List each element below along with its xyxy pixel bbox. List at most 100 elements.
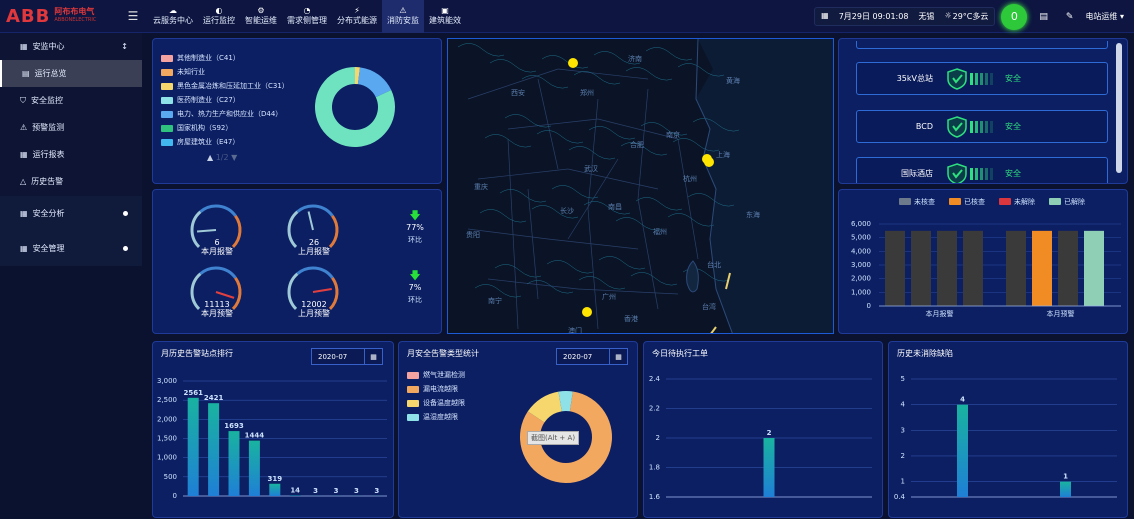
legend-item[interactable]: 漏电流越限: [407, 382, 465, 396]
sidebar-group-analysis[interactable]: ▦ 安全分析: [0, 196, 142, 231]
data-label: 1444: [245, 432, 265, 440]
warning-icon: △: [20, 177, 26, 186]
map-city-label: 东海: [746, 210, 760, 219]
map-city-label: 南昌: [608, 202, 622, 211]
cloud-icon: ☁: [169, 6, 177, 15]
month-select[interactable]: 2020-07 ▦: [556, 348, 628, 365]
gear-icon: ⚙: [257, 6, 264, 15]
legend-item[interactable]: 国家机构（S92）: [161, 121, 289, 135]
sidebar-item-overview[interactable]: ▤ 运行总览: [0, 60, 142, 87]
calendar-icon[interactable]: ▦: [609, 349, 627, 364]
legend-swatch: [161, 69, 173, 76]
gauge-label: 上月预警: [284, 309, 344, 318]
legend-swatch: [407, 400, 419, 407]
legend-label: 温湿度越限: [423, 412, 458, 422]
history-rank-panel: 月历史告警站点排行 2020-07 ▦ 3,0002,5002,0001,500…: [152, 341, 394, 518]
map-city-label: 长沙: [560, 206, 574, 215]
shield-check-icon: [947, 162, 1001, 185]
sidebar-item-label: 安全监控: [31, 95, 63, 106]
station-status: 安全: [1005, 73, 1021, 84]
nav-item-label: 需求侧管理: [287, 15, 327, 26]
menu-toggle-icon[interactable]: ☰: [118, 9, 148, 23]
sidebar-group-management[interactable]: ▦ 安全管理: [0, 231, 142, 266]
legend-item[interactable]: 未知行业: [161, 65, 289, 79]
legend-item[interactable]: 房屋建筑业（E47）: [161, 135, 289, 149]
gauge-value: 26: [284, 238, 344, 247]
nav-item-6[interactable]: ▣建筑能效: [424, 0, 466, 33]
legend-label: 国家机构（S92）: [177, 123, 232, 133]
axis-tick-label: 0: [867, 302, 871, 310]
map-marker: [704, 157, 714, 167]
legend-label: 其他制造业（C41）: [177, 53, 240, 63]
map-city-label: 福州: [653, 227, 667, 236]
nav-item-5[interactable]: ⚠消防安监: [382, 0, 424, 33]
legend-swatch: [407, 372, 419, 379]
legend-item[interactable]: 电力、热力生产和供应业（D44）: [161, 107, 289, 121]
china-map[interactable]: 西安郑州济南黄海合肥南京上海杭州武汉重庆长沙南昌东海贵阳福州台北南宁广州香港澳门…: [447, 38, 834, 334]
legend-label: 房屋建筑业（E47）: [177, 137, 239, 147]
document-icon[interactable]: ▤: [1033, 12, 1054, 22]
legend-swatch: [161, 55, 173, 62]
map-city-label: 澳门: [568, 326, 582, 334]
bar: [208, 403, 219, 496]
sidebar-item-security-monitor[interactable]: ⛉ 安全监控: [0, 87, 142, 114]
legend-label: 漏电流越限: [423, 384, 458, 394]
legend-swatch: [161, 83, 173, 90]
sidebar-group-safety-center[interactable]: ▦ 安监中心 ↕: [0, 33, 142, 60]
collapse-icon: ↕: [121, 42, 128, 51]
sidebar-item-report[interactable]: ▦ 运行报表: [0, 141, 142, 168]
legend-item[interactable]: 医药制造业（C27）: [161, 93, 289, 107]
axis-tick-label: 1: [901, 478, 905, 486]
station-card[interactable]: 35kV总站 安全: [856, 62, 1108, 95]
trend-pct: 7%: [398, 282, 432, 294]
sidebar-item-warning[interactable]: ⚠ 预警监测: [0, 114, 142, 141]
legend-item[interactable]: 设备温度越限: [407, 396, 465, 410]
grid-icon: ▦: [20, 209, 28, 218]
work-order-chart: 2.42.221.81.62: [644, 342, 884, 519]
legend-item[interactable]: 燃气泄漏检测: [407, 368, 465, 382]
category-label: 本月预警: [1047, 309, 1075, 318]
data-label: 319: [267, 475, 282, 483]
bar: [290, 495, 301, 496]
gauge-arc: [200, 268, 235, 278]
axis-tick-label: 2,000: [851, 275, 871, 283]
bar: [1058, 231, 1078, 306]
gauge-label: 本月预警: [187, 309, 247, 318]
bar: [885, 231, 905, 306]
station-card[interactable]: 国际酒店 安全: [856, 157, 1108, 184]
nav-item-0[interactable]: ☁云服务中心: [148, 0, 198, 33]
weather: 29°C多云: [953, 11, 989, 22]
station-card[interactable]: BCD 安全: [856, 110, 1108, 143]
map-city-label: 黄海: [726, 76, 740, 85]
data-label: 3: [313, 487, 318, 495]
nav-item-label: 云服务中心: [153, 15, 193, 26]
nav-item-3[interactable]: ◔需求侧管理: [282, 0, 332, 33]
main-nav: ☁云服务中心◐运行监控⚙智能运维◔需求侧管理⚡分布式能源⚠消防安监▣建筑能效: [148, 0, 466, 33]
nav-item-2[interactable]: ⚙智能运维: [240, 0, 282, 33]
notification-badge[interactable]: 0: [1001, 4, 1027, 30]
scrollbar[interactable]: [1116, 43, 1122, 173]
page-down-icon[interactable]: ▼: [231, 153, 237, 162]
nav-item-1[interactable]: ◐运行监控: [198, 0, 240, 33]
brush-icon[interactable]: ✎: [1060, 12, 1080, 22]
legend-swatch: [161, 97, 173, 104]
defects-panel: 历史未消除缺陷 543210.441: [888, 341, 1128, 518]
axis-tick-label: 2,000: [157, 415, 177, 423]
sidebar-item-history-alarm[interactable]: △ 历史告警: [0, 168, 142, 195]
map-canvas[interactable]: 西安郑州济南黄海合肥南京上海杭州武汉重庆长沙南昌东海贵阳福州台北南宁广州香港澳门…: [448, 39, 834, 334]
station-name: BCD: [857, 122, 947, 131]
gauge-4-text: 12002上月预警: [284, 300, 344, 318]
gauge-3-text: 11113本月预警: [187, 300, 247, 318]
legend-item[interactable]: 黑色金属冶炼和压延加工业（C31）: [161, 79, 289, 93]
legend-item[interactable]: 温湿度越限: [407, 410, 465, 424]
user-menu[interactable]: 电站运维 ▾: [1085, 11, 1124, 22]
logo-cn: 阿布布电气: [54, 7, 96, 16]
nav-item-4[interactable]: ⚡分布式能源: [332, 0, 382, 33]
axis-tick-label: 2.4: [649, 375, 661, 383]
bar: [249, 441, 260, 496]
axis-tick-label: 500: [164, 473, 177, 481]
axis-tick-label: 4,000: [851, 247, 871, 255]
legend-item[interactable]: 其他制造业（C41）: [161, 51, 289, 65]
legend-label: 燃气泄漏检测: [423, 370, 465, 380]
page-up-icon[interactable]: ▲: [207, 153, 213, 162]
